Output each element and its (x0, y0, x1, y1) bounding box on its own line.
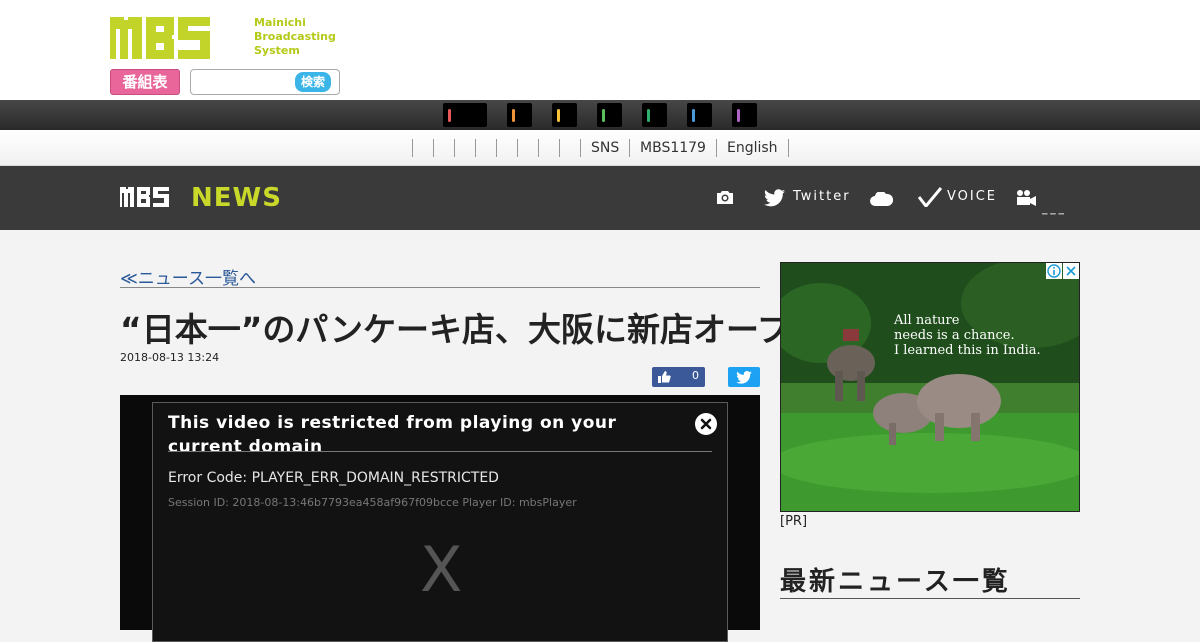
like-count: 0 (692, 369, 699, 382)
news-logo-text: NEWS (191, 183, 282, 213)
search-input[interactable] (195, 73, 291, 91)
voice-check-icon[interactable] (917, 187, 943, 211)
nav-divider (788, 139, 789, 157)
divider (780, 598, 1080, 599)
site-header: Mainichi Broadcasting System 番組表 検索 (0, 0, 1200, 100)
channel-color-icon (512, 109, 515, 122)
nav-divider (496, 139, 497, 157)
channel-tab[interactable] (552, 103, 577, 127)
facebook-like-button[interactable]: 0 (652, 367, 705, 387)
channel-color-icon (692, 109, 695, 122)
ad-image (781, 263, 1079, 511)
channel-color-icon (737, 109, 740, 122)
ad-copy: All nature needs is a chance. I learned … (894, 313, 1041, 358)
nav-link-english[interactable]: English (727, 139, 778, 157)
pr-label: [PR] (780, 514, 808, 529)
video-player[interactable]: This video is restricted from playing on… (120, 395, 760, 642)
session-info: Session ID: 2018-08-13:46b7793ea458af967… (168, 496, 577, 509)
video-camera-icon[interactable] (1016, 189, 1037, 210)
nav-divider (475, 139, 476, 157)
nav-divider (716, 139, 717, 157)
channel-color-icon (557, 109, 560, 122)
latest-news-heading: 最新ニュース一覧 (780, 567, 1011, 597)
channel-bar (0, 100, 1200, 130)
ad-copy-line: All nature (894, 313, 960, 328)
advertisement[interactable]: All nature needs is a chance. I learned … (780, 262, 1080, 512)
channel-color-icon (448, 109, 451, 122)
nav-divider (517, 139, 518, 157)
search-button[interactable]: 検索 (295, 72, 331, 92)
article-date: 2018-08-13 13:24 (120, 351, 220, 364)
close-icon[interactable] (695, 413, 717, 435)
sub-nav: SNS MBS1179 English (0, 130, 1200, 166)
channel-color-icon (647, 109, 650, 122)
nav-label-twitter[interactable]: Twitter (793, 189, 851, 204)
divider (120, 287, 760, 288)
logo-subtitle: Mainichi Broadcasting System (254, 16, 336, 58)
nav-divider (559, 139, 560, 157)
thumbs-up-icon (658, 371, 671, 383)
channel-tab[interactable] (597, 103, 622, 127)
nav-label-voice[interactable]: VOICE (947, 189, 997, 204)
error-dialog: This video is restricted from playing on… (152, 402, 728, 642)
ad-copy-line: needs is a chance. (894, 328, 1015, 343)
nav-divider (580, 139, 581, 157)
news-logo-mbs[interactable] (120, 186, 184, 212)
logo-sub-line: Mainichi (254, 16, 306, 29)
ad-copy-line: I learned this in India. (894, 343, 1041, 358)
ad-info-icon[interactable] (1046, 263, 1062, 279)
nav-link-mbs1179[interactable]: MBS1179 (640, 139, 706, 157)
channel-color-icon (602, 109, 605, 122)
nav-divider (538, 139, 539, 157)
mbs-news-logo-mark (120, 187, 169, 207)
nav-divider (433, 139, 434, 157)
channel-tab[interactable] (642, 103, 667, 127)
article-title: “日本一”のパンケーキ店、大阪に新店オープン (120, 310, 824, 349)
nav-divider (454, 139, 455, 157)
tv-schedule-button[interactable]: 番組表 (110, 69, 180, 95)
news-bar: NEWS Twitter VOICE ━ ━ ━ (0, 166, 1200, 230)
channel-tab[interactable] (732, 103, 757, 127)
cloud-weather-icon[interactable] (870, 191, 894, 210)
mbs-logo-mark (110, 17, 210, 59)
camera-icon[interactable] (716, 190, 734, 209)
divider (168, 451, 712, 452)
live-label-peek: ━ ━ ━ (1042, 210, 1064, 220)
mbs-logo[interactable]: Mainichi Broadcasting System (110, 14, 340, 62)
channel-tab[interactable] (443, 103, 487, 127)
back-to-news-list-link[interactable]: ≪ニュース一覧へ (120, 264, 256, 289)
error-code: Error Code: PLAYER_ERR_DOMAIN_RESTRICTED (168, 470, 499, 486)
error-placeholder-glyph: X (420, 533, 463, 606)
twitter-icon[interactable] (764, 189, 785, 211)
nav-divider (412, 139, 413, 157)
channel-tab[interactable] (507, 103, 532, 127)
nav-link-sns[interactable]: SNS (591, 139, 619, 157)
channel-tab[interactable] (687, 103, 712, 127)
logo-sub-line: System (254, 44, 300, 57)
ad-close-icon[interactable] (1063, 263, 1079, 279)
nav-divider (629, 139, 630, 157)
twitter-share-button[interactable] (728, 367, 760, 387)
twitter-icon (736, 371, 752, 384)
logo-sub-line: Broadcasting (254, 30, 336, 43)
